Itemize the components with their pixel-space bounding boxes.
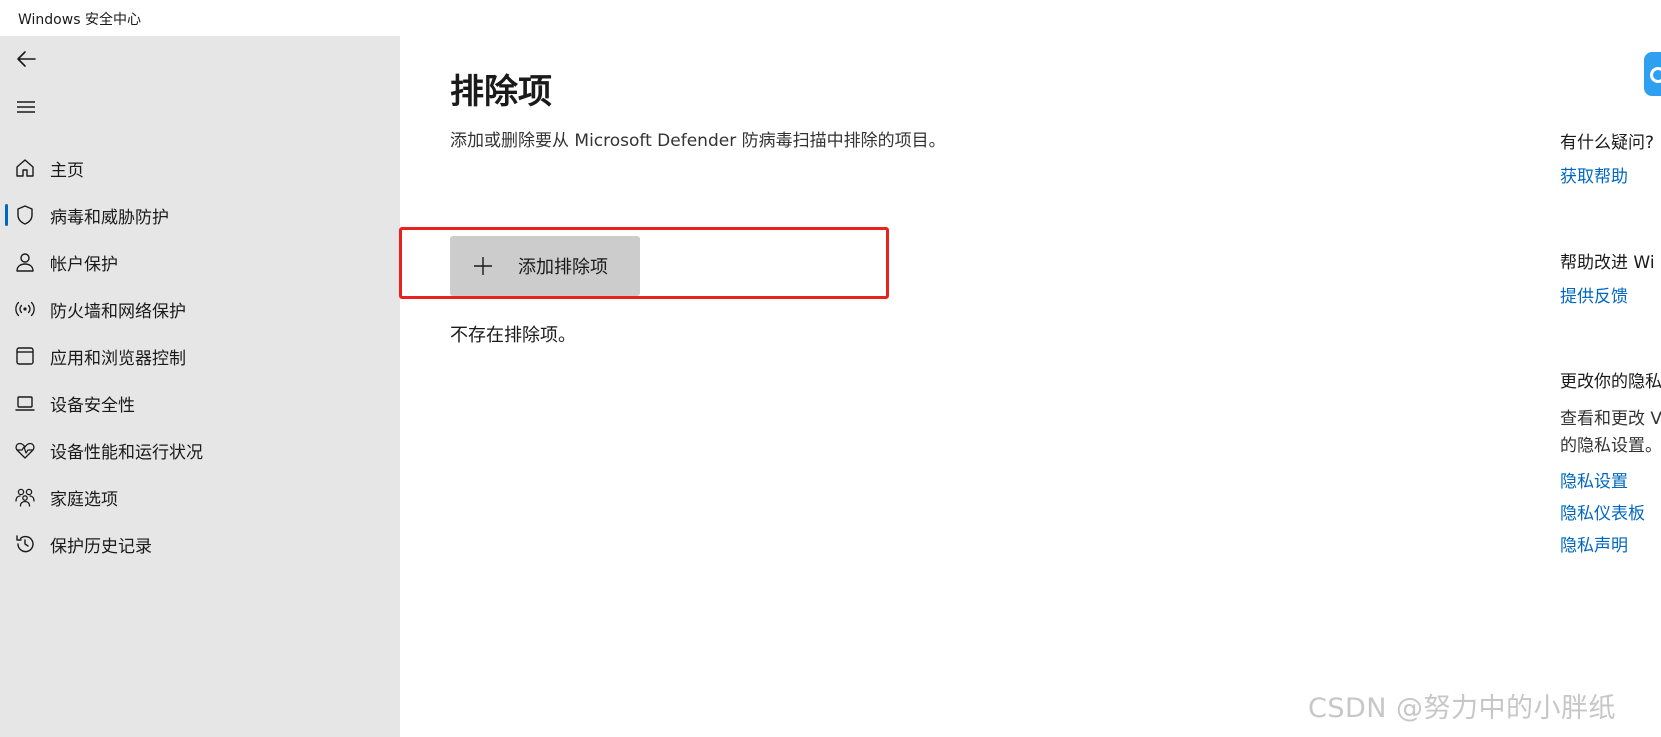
back-arrow-icon: [17, 51, 36, 67]
privacy-description-line-2: 的隐私设置。: [1560, 436, 1661, 456]
hamburger-menu-icon: [17, 101, 35, 113]
sidebar-item-label: 病毒和威胁防护: [50, 207, 169, 228]
sidebar-item-label: 保护历史记录: [50, 536, 152, 557]
sidebar-item-device-security[interactable]: 设备安全性: [0, 383, 400, 423]
history-icon: [14, 533, 36, 555]
sidebar-item-label: 家庭选项: [50, 489, 118, 510]
sidebar-item-label: 主页: [50, 160, 84, 181]
page-title: 排除项: [450, 72, 552, 112]
add-exclusion-label: 添加排除项: [518, 257, 608, 278]
empty-exclusions-message: 不存在排除项。: [450, 325, 576, 346]
family-icon: [14, 486, 36, 508]
wifi-antenna-icon: [14, 298, 36, 320]
sidebar-item-label: 防火墙和网络保护: [50, 301, 186, 322]
sidebar-item-firewall[interactable]: 防火墙和网络保护: [0, 289, 400, 329]
sidebar-item-label: 应用和浏览器控制: [50, 348, 186, 369]
plus-icon: [474, 257, 492, 275]
privacy-statement-link[interactable]: 隐私声明: [1560, 531, 1628, 556]
menu-button[interactable]: [12, 93, 40, 121]
privacy-description-line-1: 查看和更改 V: [1560, 409, 1661, 429]
title-bar: Windows 安全中心: [0, 0, 1661, 36]
home-icon: [14, 157, 36, 179]
person-icon: [14, 251, 36, 273]
sidebar-item-home[interactable]: 主页: [0, 148, 400, 188]
privacy-dashboard-link[interactable]: 隐私仪表板: [1560, 499, 1645, 524]
question-heading: 有什么疑问?: [1560, 133, 1655, 153]
main-content: 排除项 添加或删除要从 Microsoft Defender 防病毒扫描中排除的…: [399, 36, 1550, 737]
floating-blue-badge[interactable]: [1644, 52, 1661, 96]
app-window-icon: [14, 345, 36, 367]
privacy-heading: 更改你的隐私: [1560, 372, 1661, 392]
sidebar-item-device-performance[interactable]: 设备性能和运行状况: [0, 430, 400, 470]
right-help-panel: 有什么疑问? 获取帮助 帮助改进 Wi 提供反馈 更改你的隐私 查看和更改 V …: [1560, 36, 1661, 737]
heart-pulse-icon: [14, 439, 36, 461]
laptop-icon: [14, 392, 36, 414]
improve-heading: 帮助改进 Wi: [1560, 253, 1655, 273]
sidebar-item-family-options[interactable]: 家庭选项: [0, 477, 400, 517]
app-window: Windows 安全中心 主页 病毒和威胁防护 帐户保护 防火墙和网络保护 应用…: [0, 0, 1661, 737]
sidebar-item-label: 设备性能和运行状况: [50, 442, 203, 463]
give-feedback-link[interactable]: 提供反馈: [1560, 282, 1628, 307]
get-help-link[interactable]: 获取帮助: [1560, 162, 1628, 187]
sidebar: 主页 病毒和威胁防护 帐户保护 防火墙和网络保护 应用和浏览器控制 设备安全性 …: [0, 36, 400, 737]
sidebar-item-account-protection[interactable]: 帐户保护: [0, 242, 400, 282]
window-title: Windows 安全中心: [18, 12, 141, 28]
privacy-settings-link[interactable]: 隐私设置: [1560, 467, 1628, 492]
sidebar-item-label: 设备安全性: [50, 395, 135, 416]
sidebar-item-app-browser-control[interactable]: 应用和浏览器控制: [0, 336, 400, 376]
watermark: CSDN @努力中的小胖纸: [1308, 693, 1617, 724]
active-indicator: [5, 204, 8, 226]
shield-icon: [14, 204, 36, 226]
add-exclusion-button[interactable]: 添加排除项: [450, 236, 640, 296]
badge-icon: [1650, 67, 1661, 83]
page-description: 添加或删除要从 Microsoft Defender 防病毒扫描中排除的项目。: [450, 131, 946, 151]
back-button[interactable]: [12, 45, 40, 73]
sidebar-item-protection-history[interactable]: 保护历史记录: [0, 524, 400, 564]
sidebar-item-label: 帐户保护: [50, 254, 118, 275]
sidebar-item-virus-protection[interactable]: 病毒和威胁防护: [0, 195, 400, 235]
